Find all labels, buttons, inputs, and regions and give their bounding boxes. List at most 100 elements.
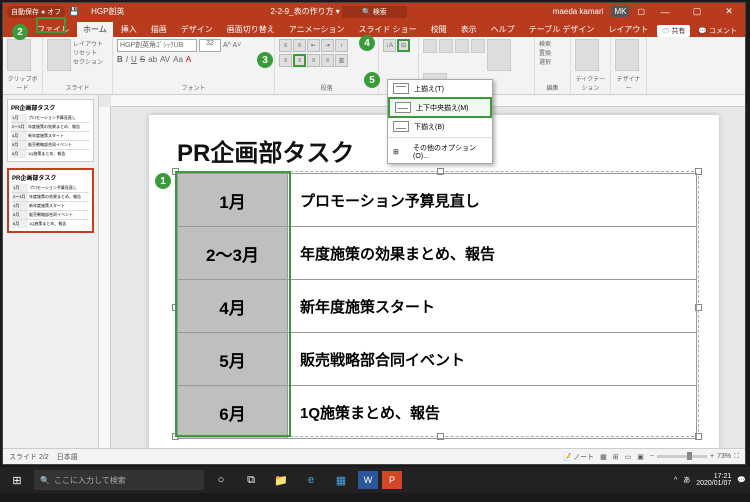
app-icon[interactable]: ▦ (328, 469, 354, 491)
tab-design[interactable]: デザイン (175, 22, 219, 37)
autosave-toggle[interactable]: 自動保存 ● オフ (7, 6, 65, 18)
tab-review[interactable]: 校閲 (425, 22, 453, 37)
align-top-item[interactable]: 上揃え(T) (388, 80, 492, 97)
callout-3: 3 (257, 52, 273, 68)
statusbar: スライド 2/2 日本語 📝 ノート ▦ ⊞ ▭ ▣ − + 73% ⛶ (3, 448, 745, 464)
edge-icon[interactable]: e (298, 469, 324, 491)
new-slide-button[interactable] (47, 39, 71, 71)
bold-button[interactable]: B (117, 55, 123, 64)
arrange-button[interactable] (487, 39, 511, 71)
view-sorter-button[interactable]: ⊞ (613, 453, 619, 461)
designer-button[interactable] (615, 39, 639, 71)
tab-help[interactable]: ヘルプ (485, 22, 521, 37)
save-icon[interactable]: 💾 (69, 7, 79, 16)
notes-button[interactable]: 📝 ノート (562, 452, 594, 462)
zoom-slider[interactable] (657, 455, 707, 458)
comment-button[interactable]: 💬 コメント (694, 25, 741, 37)
zoom-out-button[interactable]: − (650, 453, 654, 460)
justify-button[interactable]: ≡ (321, 54, 334, 67)
group-dictation: ディクテーション (575, 74, 606, 92)
vertical-align-dropdown: 上揃え(T) 上下中央揃え(M) 5 下揃え(B) ⊞その他のオプション(O).… (387, 79, 493, 164)
view-slideshow-button[interactable]: ▣ (637, 453, 644, 461)
more-options-item[interactable]: ⊞その他のオプション(O)... (388, 140, 492, 163)
search-box[interactable]: 🔍 検索 (342, 6, 407, 18)
cortana-button[interactable]: ○ (208, 469, 234, 491)
align-middle-item[interactable]: 上下中央揃え(M) 5 (388, 97, 492, 118)
ruler-vertical (99, 107, 111, 448)
taskview-button[interactable]: ⧉ (238, 469, 264, 491)
group-paragraph: 段落 (279, 83, 374, 92)
taskbar: ⊞ 🔍 ここに入力して検索 ○ ⧉ 📁 e ▦ W P ^ あ 17:21 20… (0, 467, 750, 493)
ribbon-tabs: 2 ファイル ホーム 挿入 描画 デザイン 画面切り替え アニメーション スライ… (3, 20, 745, 37)
ribbon-options-icon[interactable]: ▢ (637, 7, 645, 16)
tab-file[interactable]: ファイル (31, 22, 75, 37)
align-left-button[interactable]: ≡ (279, 54, 292, 67)
tab-home[interactable]: ホーム (77, 22, 113, 37)
callout-4: 4 (359, 35, 375, 51)
group-font: フォント (117, 83, 270, 92)
italic-button[interactable]: I (126, 55, 128, 64)
thumbnail-1[interactable]: PR企画部タスク 1月プロモーション予算見直し 2～3月年度施策の効果まとめ、報… (7, 99, 94, 162)
tab-view[interactable]: 表示 (455, 22, 483, 37)
fit-window-button[interactable]: ⛶ (734, 453, 739, 461)
tray-up-icon[interactable]: ^ (674, 477, 677, 484)
align-center-h-button[interactable]: ≡ (293, 54, 306, 67)
font-select[interactable]: HGP創英角ｺﾞｼｯｸUB (117, 39, 197, 52)
notifications-icon[interactable]: 💬 (737, 476, 746, 484)
language-indicator[interactable]: 日本語 (57, 452, 78, 462)
tab-draw[interactable]: 描画 (145, 22, 173, 37)
zoom-in-button[interactable]: + (710, 453, 714, 460)
shape-rect-button[interactable] (423, 39, 437, 53)
group-designer: デザイナー (615, 74, 642, 92)
taskbar-search[interactable]: 🔍 ここに入力して検索 (34, 470, 204, 490)
numbering-button[interactable]: ≡ (293, 39, 306, 52)
line-spacing-button[interactable]: ↕ (335, 39, 348, 52)
underline-button[interactable]: U (131, 55, 137, 64)
slide[interactable]: PR企画部タスク 1月プロモーション予算見直し 2～3月年度施策の効果まとめ、報… (149, 115, 719, 448)
indent-inc-button[interactable]: ⇥ (321, 39, 334, 52)
view-normal-button[interactable]: ▦ (600, 453, 607, 461)
start-button[interactable]: ⊞ (4, 469, 30, 491)
callout-1: 1 (155, 173, 171, 189)
fontsize-select[interactable]: 32 (199, 39, 221, 52)
shape-line-button[interactable] (471, 39, 485, 53)
align-right-button[interactable]: ≡ (307, 54, 320, 67)
tab-insert[interactable]: 挿入 (115, 22, 143, 37)
word-icon[interactable]: W (358, 471, 378, 489)
clock-time[interactable]: 17:21 (696, 473, 731, 480)
align-vertical-button[interactable]: ⊟ (397, 39, 410, 52)
close-button[interactable]: ✕ (717, 6, 741, 17)
tab-tabledesign[interactable]: テーブル デザイン (523, 22, 601, 37)
minimize-button[interactable]: — (653, 7, 677, 17)
bullets-button[interactable]: ≡ (279, 39, 292, 52)
shape-arrow-button[interactable] (455, 39, 469, 53)
tab-animations[interactable]: アニメーション (283, 22, 351, 37)
view-reading-button[interactable]: ▭ (625, 453, 632, 461)
slide-title[interactable]: PR企画部タスク (177, 133, 354, 168)
ime-icon[interactable]: あ (683, 475, 690, 485)
user-avatar[interactable]: MK (611, 6, 629, 17)
clock-date[interactable]: 2020/01/07 (696, 480, 731, 487)
slide-counter: スライド 2/2 (9, 452, 49, 462)
explorer-icon[interactable]: 📁 (268, 469, 294, 491)
share-button[interactable]: ☁ 共有 (657, 25, 690, 37)
indent-dec-button[interactable]: ⇤ (307, 39, 320, 52)
font-color-button[interactable]: A (186, 55, 191, 64)
zoom-level[interactable]: 73% (717, 453, 731, 460)
columns-button[interactable]: ▥ (335, 54, 348, 67)
shape-oval-button[interactable] (439, 39, 453, 53)
tab-layout[interactable]: レイアウト (602, 22, 654, 37)
powerpoint-icon[interactable]: P (382, 471, 402, 489)
maximize-button[interactable]: ▢ (685, 6, 709, 17)
paste-button[interactable] (7, 39, 31, 71)
slide-thumbnails: PR企画部タスク 1月プロモーション予算見直し 2～3月年度施策の効果まとめ、報… (3, 95, 99, 448)
group-clipboard: クリップボード (7, 74, 38, 92)
thumbnail-2[interactable]: PR企画部タスク 1月プロモーション予算見直し 2～3月年度施策の効果まとめ、報… (7, 168, 94, 233)
strike-button[interactable]: S (140, 55, 145, 64)
dictate-button[interactable] (575, 39, 599, 71)
doc-dropdown[interactable]: HGP創英 (91, 6, 124, 17)
tab-transitions[interactable]: 画面切り替え (221, 22, 281, 37)
user-name[interactable]: maeda kamari (553, 7, 604, 16)
text-direction-button[interactable]: ↕A (383, 39, 396, 52)
align-bottom-item[interactable]: 下揃え(B) (388, 118, 492, 135)
